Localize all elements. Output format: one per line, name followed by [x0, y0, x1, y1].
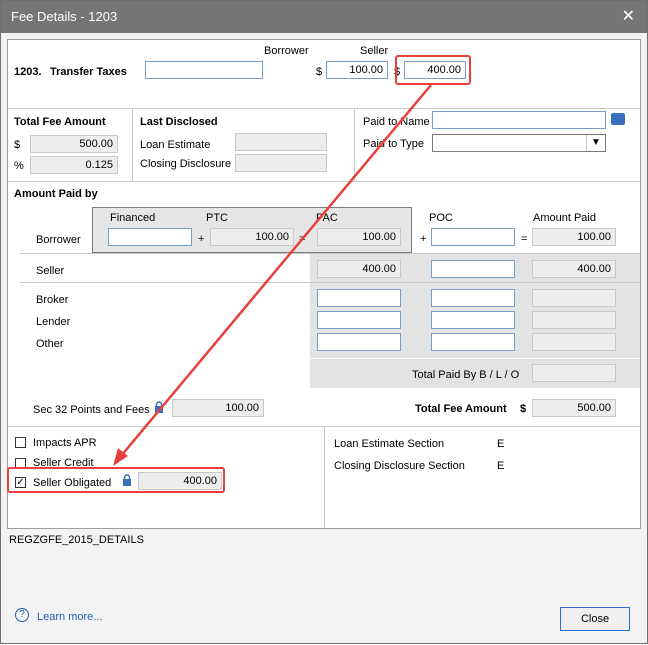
loan-estimate-value [235, 133, 327, 151]
other-poc-input[interactable] [431, 333, 515, 351]
total-fee-bottom-value: 500.00 [532, 399, 616, 417]
seller-amount-paid-value: 400.00 [532, 260, 616, 278]
divider [310, 358, 640, 359]
lender-poc-input[interactable] [431, 311, 515, 329]
sec32-value: 100.00 [172, 399, 264, 417]
impacts-apr-label: Impacts APR [33, 437, 97, 449]
title-bar[interactable]: Fee Details - 1203 ✕ [1, 1, 647, 33]
amount-paid-column-header: Amount Paid [533, 212, 596, 224]
broker-poc-input[interactable] [431, 289, 515, 307]
loan-estimate-section-label: Loan Estimate Section [334, 438, 445, 450]
financed-column-header: Financed [110, 212, 156, 224]
plus-sign: + [420, 233, 427, 245]
total-fee-amount-value: 500.00 [30, 135, 118, 153]
impacts-apr-checkbox[interactable] [15, 437, 26, 448]
equals-sign: = [299, 233, 306, 245]
total-fee-bottom-label: Total Fee Amount [415, 403, 507, 415]
lender-amount-paid-value [532, 311, 616, 329]
paid-to-name-label: Paid to Name [363, 116, 430, 128]
divider [20, 253, 640, 254]
borrower-financed-input[interactable] [108, 228, 192, 246]
borrower-amount-input[interactable] [326, 61, 388, 79]
borrower-amount-paid-value: 100.00 [532, 228, 616, 246]
borrower-row-label: Borrower [36, 234, 81, 246]
closing-disclosure-section-label: Closing Disclosure Section [334, 460, 465, 472]
broker-row-label: Broker [36, 294, 69, 306]
seller-obligated-highlight [7, 467, 225, 493]
divider [8, 181, 640, 182]
fee-description-input[interactable] [145, 61, 263, 79]
paid-to-type-label: Paid to Type [363, 138, 424, 150]
seller-row-label: Seller [36, 265, 65, 277]
seller-column-label: Seller [360, 45, 389, 57]
chevron-down-icon[interactable]: ▼ [586, 135, 605, 151]
loan-estimate-section-value: E [497, 438, 505, 450]
amount-paid-by-title: Amount Paid by [14, 188, 98, 200]
broker-amount-paid-value [532, 289, 616, 307]
divider [324, 426, 325, 528]
close-button[interactable]: Close [560, 607, 630, 631]
broker-pac-input[interactable] [317, 289, 401, 307]
divider [20, 282, 640, 283]
last-disclosed-title: Last Disclosed [140, 116, 218, 128]
total-paid-blo-label: Total Paid By B / L / O [412, 369, 520, 381]
other-amount-paid-value [532, 333, 616, 351]
learn-more-link[interactable]: Learn more... [37, 611, 102, 623]
lender-row-label: Lender [36, 316, 71, 328]
total-fee-bottom-currency: $ [520, 403, 527, 415]
other-row-label: Other [36, 338, 64, 350]
total-paid-blo-value [532, 364, 616, 382]
paid-to-type-select[interactable]: ▼ [432, 134, 606, 152]
sec32-label: Sec 32 Points and Fees [33, 404, 150, 416]
fee-details-window: Fee Details - 1203 ✕ Borrower Seller 120… [0, 0, 648, 644]
seller-pac-value: 400.00 [317, 260, 401, 278]
borrower-pac-value: 100.00 [317, 228, 401, 246]
borrower-poc-input[interactable] [431, 228, 515, 246]
borrower-currency: $ [316, 66, 323, 78]
loan-estimate-label: Loan Estimate [140, 139, 211, 151]
address-book-icon[interactable] [611, 113, 625, 125]
divider [354, 108, 355, 181]
poc-column-header: POC [429, 212, 453, 224]
fee-details-panel: Borrower Seller 1203. Transfer Taxes $ $… [7, 39, 641, 529]
ptc-column-header: PTC [206, 212, 228, 224]
close-window-icon[interactable]: ✕ [622, 6, 635, 26]
pac-column-header: PAC [316, 212, 338, 224]
window-title: Fee Details - 1203 [11, 9, 118, 24]
total-fee-title: Total Fee Amount [14, 116, 106, 128]
borrower-ptc-value: 100.00 [210, 228, 294, 246]
help-icon[interactable]: ? [15, 608, 29, 622]
borrower-column-label: Borrower [264, 45, 309, 57]
equals-sign: = [521, 233, 528, 245]
seller-poc-input[interactable] [431, 260, 515, 278]
closing-disclosure-label: Closing Disclosure [140, 158, 232, 170]
closing-disclosure-section-value: E [497, 460, 505, 472]
divider [132, 108, 133, 181]
plus-sign: + [198, 233, 205, 245]
paid-to-name-input[interactable] [432, 111, 606, 129]
line-number: 1203. [14, 66, 42, 78]
form-id: REGZGFE_2015_DETAILS [9, 534, 144, 546]
line-name: Transfer Taxes [50, 66, 127, 78]
other-pac-input[interactable] [317, 333, 401, 351]
percent-symbol: % [14, 160, 24, 172]
lock-icon[interactable] [154, 401, 164, 413]
total-fee-percent-value: 0.125 [30, 156, 118, 174]
lender-pac-input[interactable] [317, 311, 401, 329]
closing-disclosure-value [235, 154, 327, 172]
seller-amount-highlight [395, 55, 471, 85]
divider [8, 108, 640, 109]
dollar-symbol: $ [14, 139, 21, 151]
